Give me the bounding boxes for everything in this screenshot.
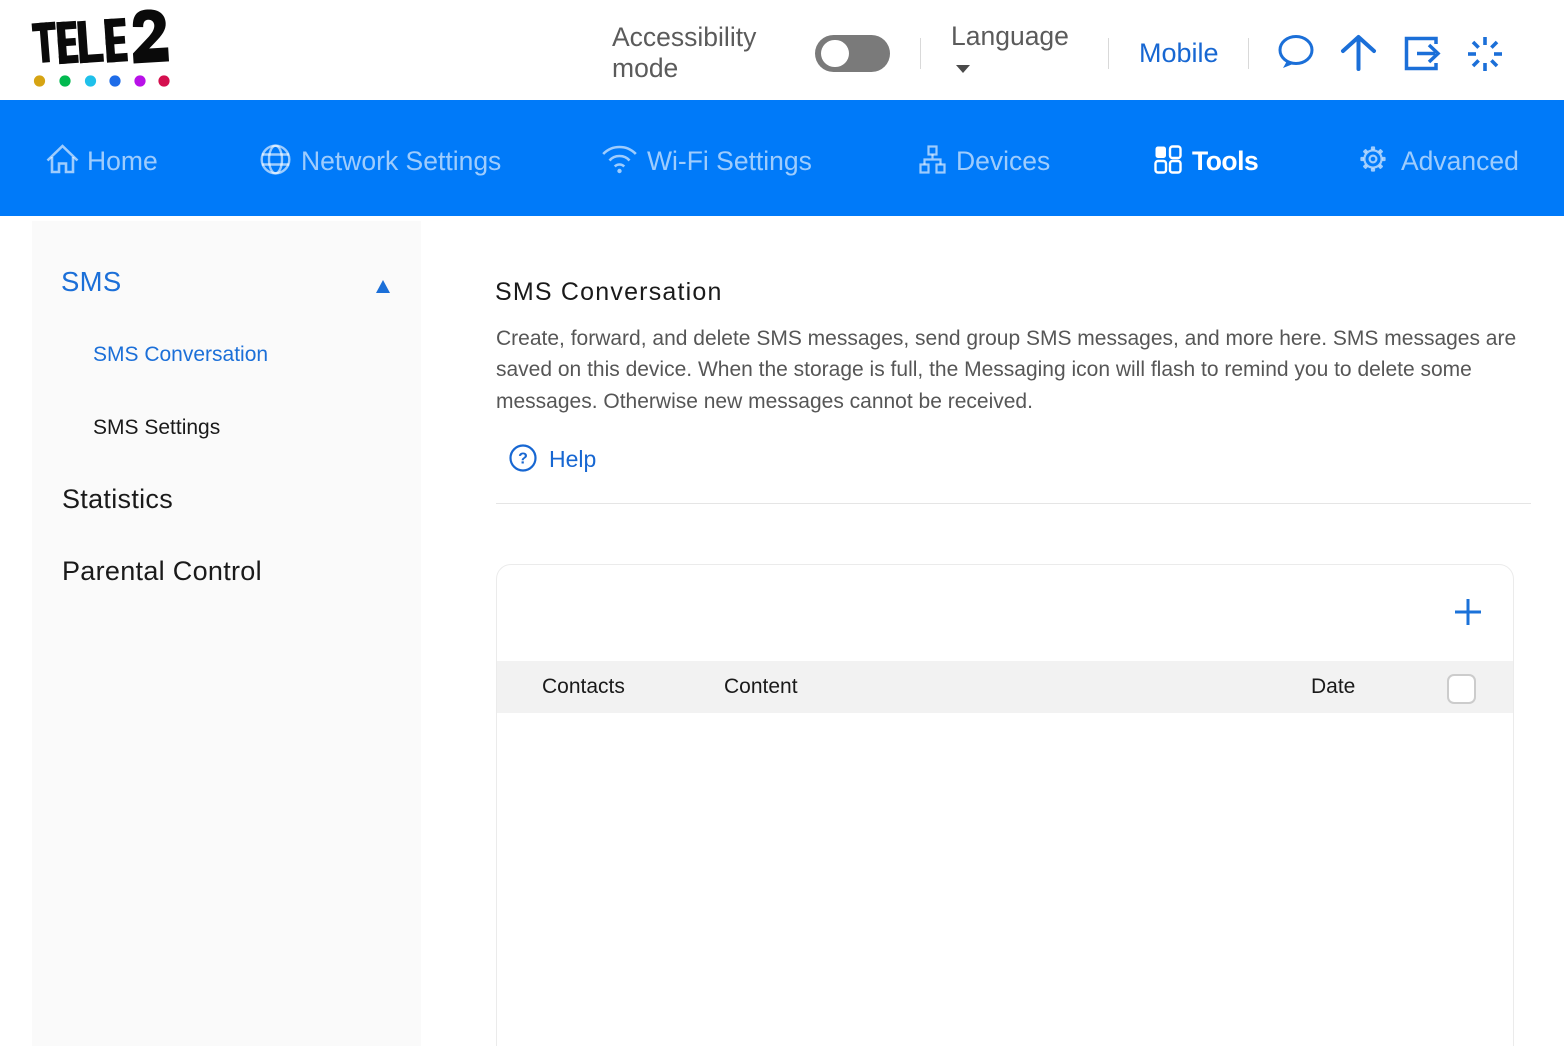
- svg-text:?: ?: [518, 451, 528, 468]
